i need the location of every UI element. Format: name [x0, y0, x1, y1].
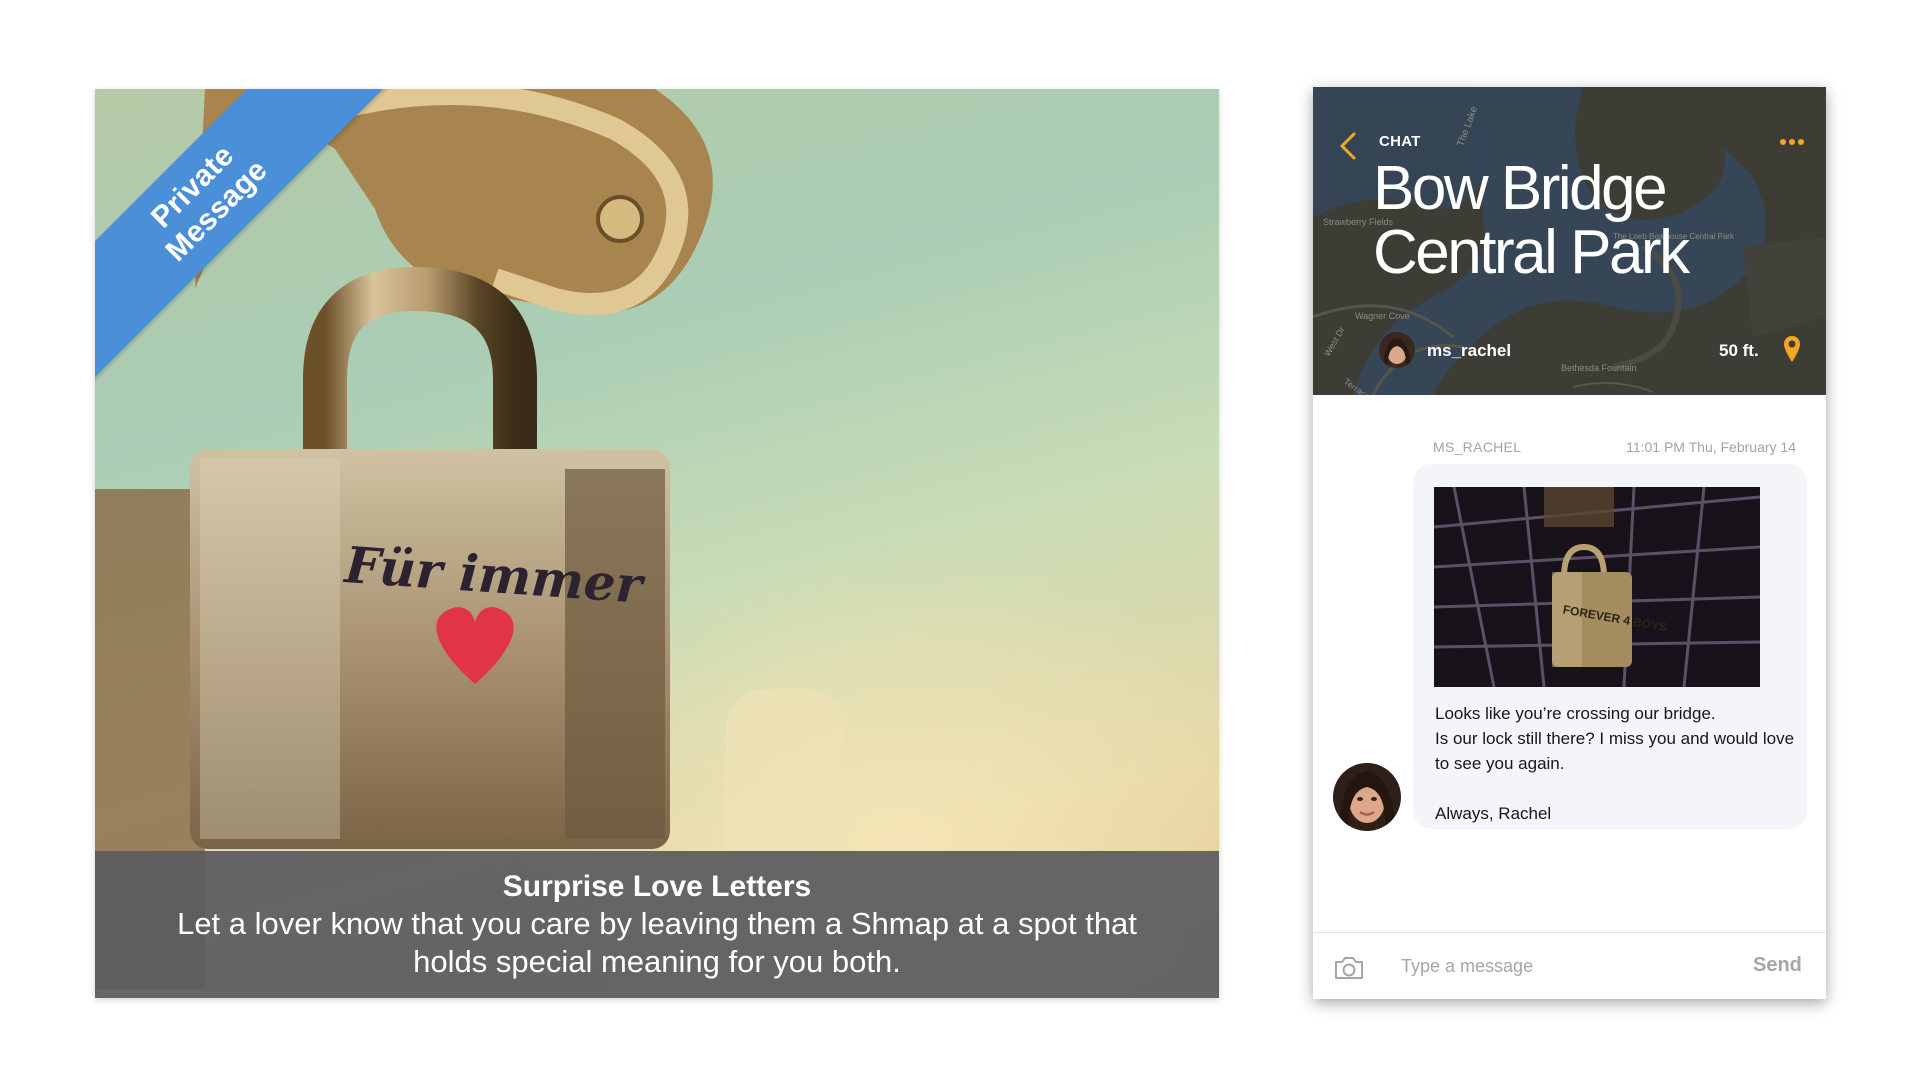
- location-pin-icon[interactable]: [1783, 335, 1801, 363]
- chevron-left-icon[interactable]: [1337, 131, 1359, 161]
- place-title-line-2: Central Park: [1373, 218, 1690, 287]
- message-input[interactable]: [1401, 949, 1691, 983]
- message-photo[interactable]: FOREVER 4 BOYS: [1434, 487, 1760, 687]
- chat-header-label: CHAT: [1379, 133, 1421, 150]
- message-timestamp: 11:01 PM Thu, February 14: [1626, 439, 1796, 455]
- map-header: The Lake Strawberry Fields Wagner Cove T…: [1313, 87, 1826, 395]
- place-title: Bow Bridge Central Park: [1373, 154, 1690, 287]
- chat-screen: The Lake Strawberry Fields Wagner Cove T…: [1313, 87, 1826, 999]
- promo-caption: Surprise Love Letters Let a lover know t…: [95, 851, 1219, 998]
- promo-card: Für immer Private Message Surprise Love …: [95, 89, 1219, 998]
- camera-icon[interactable]: [1333, 955, 1365, 981]
- promo-title: Surprise Love Letters: [502, 869, 812, 903]
- sender-avatar[interactable]: [1333, 763, 1401, 831]
- map-label-fountain: Bethesda Fountain: [1561, 363, 1637, 373]
- more-dots-icon[interactable]: [1779, 135, 1805, 149]
- avatar[interactable]: [1379, 332, 1415, 368]
- message-bubble: FOREVER 4 BOYS Looks like you’re crossin…: [1413, 464, 1807, 829]
- send-button[interactable]: Send: [1753, 954, 1802, 977]
- message-sender: MS_RACHEL: [1433, 439, 1522, 455]
- place-title-line-1: Bow Bridge: [1373, 154, 1668, 223]
- message-text: Looks like you’re crossing our bridge. I…: [1435, 704, 1795, 823]
- message-composer: Send: [1313, 932, 1826, 999]
- header-username[interactable]: ms_rachel: [1427, 341, 1511, 361]
- map-label-wagner: Wagner Cove: [1355, 311, 1410, 321]
- promo-description: Let a lover know that you care by leavin…: [177, 905, 1137, 979]
- distance-label: 50 ft.: [1719, 341, 1759, 360]
